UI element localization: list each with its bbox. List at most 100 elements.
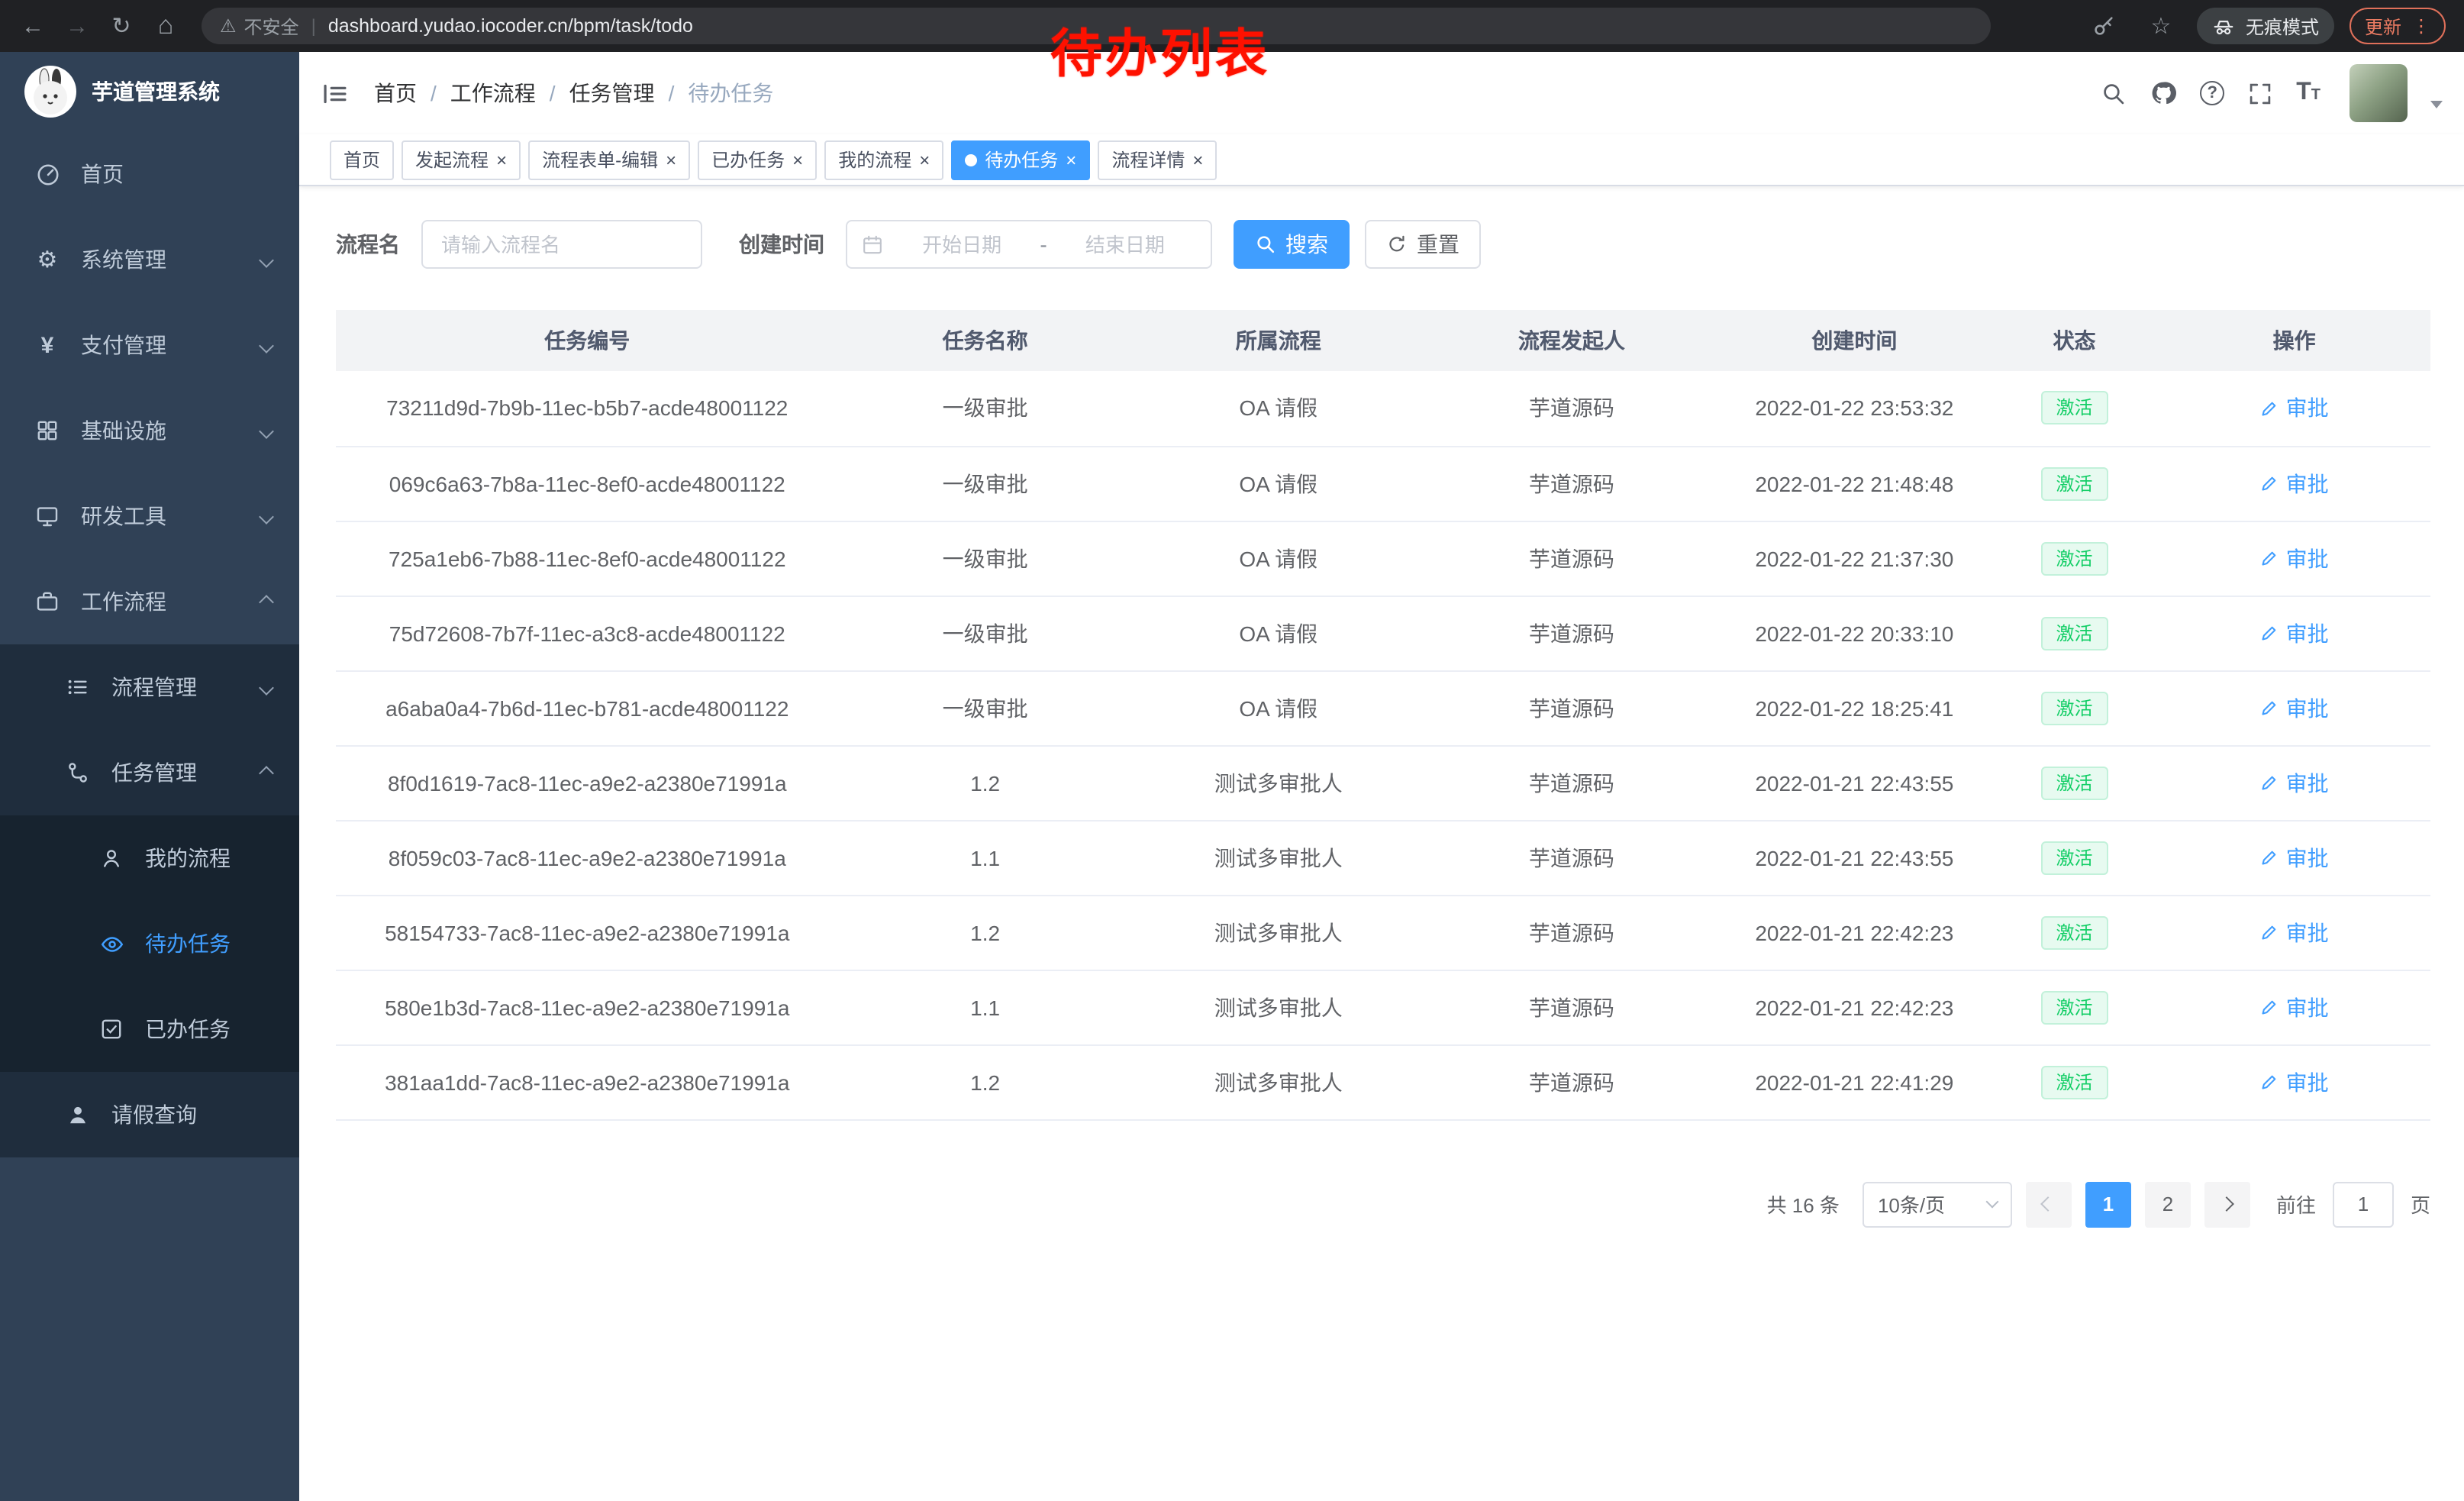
tab-label: 首页 [343,147,380,173]
breadcrumb-task-mgmt[interactable]: 任务管理 [569,78,655,108]
chevron-right-icon [2220,1196,2235,1212]
reload-button[interactable]: ↻ [101,5,142,47]
approve-link-label: 审批 [2286,692,2329,723]
menu-dots-icon[interactable]: ⋮ [2412,15,2430,37]
home-button[interactable]: ⌂ [145,5,186,47]
header-search-button[interactable] [2101,80,2127,106]
date-range-picker[interactable]: - [846,220,1212,269]
approve-link[interactable]: 审批 [2260,692,2329,723]
sidebar-item-home[interactable]: 首页 [0,131,299,217]
user-chat-icon [98,846,125,870]
sidebar-toggle-button[interactable] [321,79,350,108]
sidebar-item-task-mgmt[interactable]: 任务管理 [0,730,299,815]
approve-link-label: 审批 [2286,1067,2329,1097]
sidebar-item-leave-query[interactable]: 请假查询 [0,1072,299,1157]
cell-task-id: 73211d9d-7b9b-11ec-b5b7-acde48001122 [336,371,839,446]
cell-status: 激活 [1991,820,2159,895]
edit-pencil-icon [2260,1072,2280,1092]
security-status[interactable]: ⚠ 不安全 [220,13,299,39]
tab-start-process[interactable]: 发起流程 × [402,140,521,179]
avatar-dropdown-caret-icon[interactable] [2430,101,2443,108]
yen-icon: ¥ [34,332,61,358]
approve-link[interactable]: 审批 [2260,543,2329,573]
tab-todo-tasks[interactable]: 待办任务 × [951,140,1090,179]
cell-task-id: 75d72608-7b7f-11ec-a3c8-acde48001122 [336,596,839,670]
back-button[interactable]: ← [12,5,53,47]
tab-close-icon[interactable]: × [919,150,930,169]
fullscreen-button[interactable] [2247,80,2273,106]
password-key-button[interactable] [2084,5,2125,47]
sidebar-item-system[interactable]: ⚙ 系统管理 [0,217,299,302]
help-button[interactable]: ? [2200,81,2224,105]
tab-close-icon[interactable]: × [1192,150,1203,169]
cell-task-name: 一级审批 [839,521,1132,596]
page-size-select[interactable]: 10条/页 [1863,1181,2012,1227]
sidebar-item-process-mgmt[interactable]: 流程管理 [0,644,299,730]
cell-actions: 审批 [2158,670,2430,745]
sidebar-item-todo-tasks[interactable]: 待办任务 [0,901,299,986]
approve-link[interactable]: 审批 [2260,393,2329,424]
cell-task-name: 1.1 [839,820,1132,895]
search-button[interactable]: 搜索 [1234,220,1350,269]
cell-created: 2022-01-22 18:25:41 [1718,670,1991,745]
tab-my-process[interactable]: 我的流程 × [824,140,943,179]
tab-done-tasks[interactable]: 已办任务 × [698,140,817,179]
cell-task-id: 069c6a63-7b8a-11ec-8ef0-acde48001122 [336,446,839,521]
cell-created: 2022-01-21 22:42:23 [1718,895,1991,970]
cell-process: OA 请假 [1132,371,1425,446]
chevron-down-icon [259,337,274,353]
approve-link[interactable]: 审批 [2260,618,2329,648]
start-date-input[interactable] [890,233,1034,256]
logo[interactable]: 芋道管理系统 [0,52,299,131]
sidebar-item-infrastructure[interactable]: 基础设施 [0,388,299,473]
cell-status: 激活 [1991,970,2159,1044]
tab-close-icon[interactable]: × [792,150,803,169]
approve-link[interactable]: 审批 [2260,917,2329,947]
font-size-button[interactable]: TT [2296,81,2320,105]
tab-process-detail[interactable]: 流程详情 × [1098,140,1217,179]
page-button-2[interactable]: 2 [2145,1181,2191,1227]
bookmark-star-button[interactable]: ☆ [2140,5,2182,47]
sidebar-item-devtools[interactable]: 研发工具 [0,473,299,559]
next-page-button[interactable] [2204,1181,2250,1227]
table-header-row: 任务编号 任务名称 所属流程 流程发起人 创建时间 状态 操作 [336,310,2430,371]
sidebar-item-done-tasks[interactable]: 已办任务 [0,986,299,1072]
github-icon [2150,79,2177,107]
tab-close-icon[interactable]: × [1066,150,1076,169]
cell-actions: 审批 [2158,596,2430,670]
cell-status: 激活 [1991,371,2159,446]
tab-home[interactable]: 首页 [330,140,394,179]
sidebar-item-my-process[interactable]: 我的流程 [0,815,299,901]
tab-close-icon[interactable]: × [496,150,507,169]
cell-process: 测试多审批人 [1132,1044,1425,1119]
approve-link[interactable]: 审批 [2260,992,2329,1022]
forward-button[interactable]: → [56,5,98,47]
tab-close-icon[interactable]: × [666,150,676,169]
end-date-input[interactable] [1053,233,1197,256]
approve-link[interactable]: 审批 [2260,468,2329,499]
approve-link[interactable]: 审批 [2260,767,2329,798]
cell-initiator: 芋道源码 [1425,596,1718,670]
update-chip[interactable]: 更新 ⋮ [2350,8,2446,44]
goto-page-input[interactable] [2333,1181,2394,1227]
page-button-1[interactable]: 1 [2085,1181,2131,1227]
tab-form-edit[interactable]: 流程表单-编辑 × [528,140,690,179]
breadcrumb: 首页 / 工作流程 / 任务管理 / 待办任务 [374,78,773,108]
user-avatar[interactable] [2350,64,2408,122]
cell-process: 测试多审批人 [1132,895,1425,970]
approve-link[interactable]: 审批 [2260,1067,2329,1097]
sidebar-item-workflow[interactable]: 工作流程 [0,559,299,644]
approve-link[interactable]: 审批 [2260,842,2329,873]
breadcrumb-home[interactable]: 首页 [374,78,417,108]
sidebar-item-label: 流程管理 [111,672,197,702]
cell-created: 2022-01-21 22:42:23 [1718,970,1991,1044]
breadcrumb-workflow[interactable]: 工作流程 [450,78,536,108]
main-area: 首页 / 工作流程 / 任务管理 / 待办任务 ? [299,52,2464,1501]
reset-button[interactable]: 重置 [1365,220,1481,269]
cell-created: 2022-01-22 20:33:10 [1718,596,1991,670]
prev-page-button[interactable] [2026,1181,2072,1227]
process-name-input[interactable] [421,220,702,269]
search-icon [1255,234,1276,255]
sidebar-item-payment[interactable]: ¥ 支付管理 [0,302,299,388]
github-button[interactable] [2150,79,2177,107]
